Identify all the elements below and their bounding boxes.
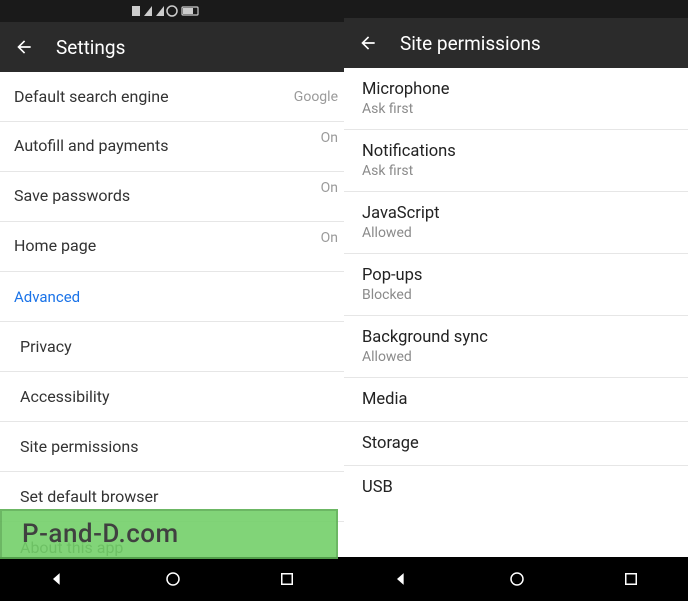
sub: Allowed (362, 349, 670, 365)
sub: Ask first (362, 163, 670, 179)
page-title: Site permissions (400, 32, 541, 55)
row-autofill[interactable]: Autofill and payments On (0, 122, 344, 172)
perm-usb[interactable]: USB (344, 466, 688, 509)
settings-screen: Settings Default search engine Google Au… (0, 0, 344, 601)
perm-javascript[interactable]: JavaScript Allowed (344, 192, 688, 254)
status-bar (344, 0, 688, 18)
page-title: Settings (56, 36, 125, 59)
sub: Ask first (362, 101, 670, 117)
label: Save passwords (14, 186, 130, 205)
permissions-list: Microphone Ask first Notifications Ask f… (344, 68, 688, 509)
row-privacy[interactable]: Privacy (0, 322, 344, 372)
label: Autofill and payments (14, 136, 169, 155)
back-icon[interactable] (358, 33, 378, 53)
label: About this app (14, 538, 123, 557)
settings-list: Default search engine Google Autofill an… (0, 72, 344, 572)
sub: Blocked (362, 287, 670, 303)
nav-home-icon[interactable] (508, 570, 526, 588)
perm-storage[interactable]: Storage (344, 422, 688, 466)
back-icon[interactable] (14, 37, 34, 57)
app-bar: Settings (0, 22, 344, 72)
nav-bar (0, 557, 344, 601)
label: Background sync (362, 328, 670, 347)
label: Storage (362, 434, 670, 453)
label: USB (362, 478, 670, 497)
perm-notifications[interactable]: Notifications Ask first (344, 130, 688, 192)
value: On (321, 230, 338, 246)
label: Accessibility (14, 387, 110, 406)
sub: Allowed (362, 225, 670, 241)
status-bar (0, 0, 344, 22)
value: On (321, 130, 338, 146)
label: Site permissions (14, 437, 139, 456)
perm-popups[interactable]: Pop-ups Blocked (344, 254, 688, 316)
value: Google (294, 89, 338, 105)
perm-media[interactable]: Media (344, 378, 688, 422)
label: Privacy (14, 337, 72, 356)
label: Home page (14, 236, 96, 255)
label: Pop-ups (362, 266, 670, 285)
nav-recent-icon[interactable] (622, 570, 640, 588)
status-icons (132, 4, 212, 18)
row-save-passwords[interactable]: Save passwords On (0, 172, 344, 222)
row-home-page[interactable]: Home page On (0, 222, 344, 272)
nav-back-icon[interactable] (48, 569, 68, 589)
row-search-engine[interactable]: Default search engine Google (0, 72, 344, 122)
nav-recent-icon[interactable] (278, 570, 296, 588)
nav-bar (344, 557, 688, 601)
label: JavaScript (362, 204, 670, 223)
section-advanced: Advanced (0, 272, 344, 322)
label: Notifications (362, 142, 670, 161)
perm-microphone[interactable]: Microphone Ask first (344, 68, 688, 130)
site-permissions-screen: Site permissions Microphone Ask first No… (344, 0, 688, 601)
label: Default search engine (14, 87, 169, 106)
row-accessibility[interactable]: Accessibility (0, 372, 344, 422)
row-set-default-browser[interactable]: Set default browser (0, 472, 344, 522)
label: Advanced (14, 288, 80, 306)
perm-background-sync[interactable]: Background sync Allowed (344, 316, 688, 378)
nav-home-icon[interactable] (164, 570, 182, 588)
label: Set default browser (14, 487, 158, 506)
row-site-permissions[interactable]: Site permissions (0, 422, 344, 472)
label: Media (362, 390, 670, 409)
value: On (321, 180, 338, 196)
nav-back-icon[interactable] (392, 569, 412, 589)
label: Microphone (362, 80, 670, 99)
app-bar: Site permissions (344, 18, 688, 68)
